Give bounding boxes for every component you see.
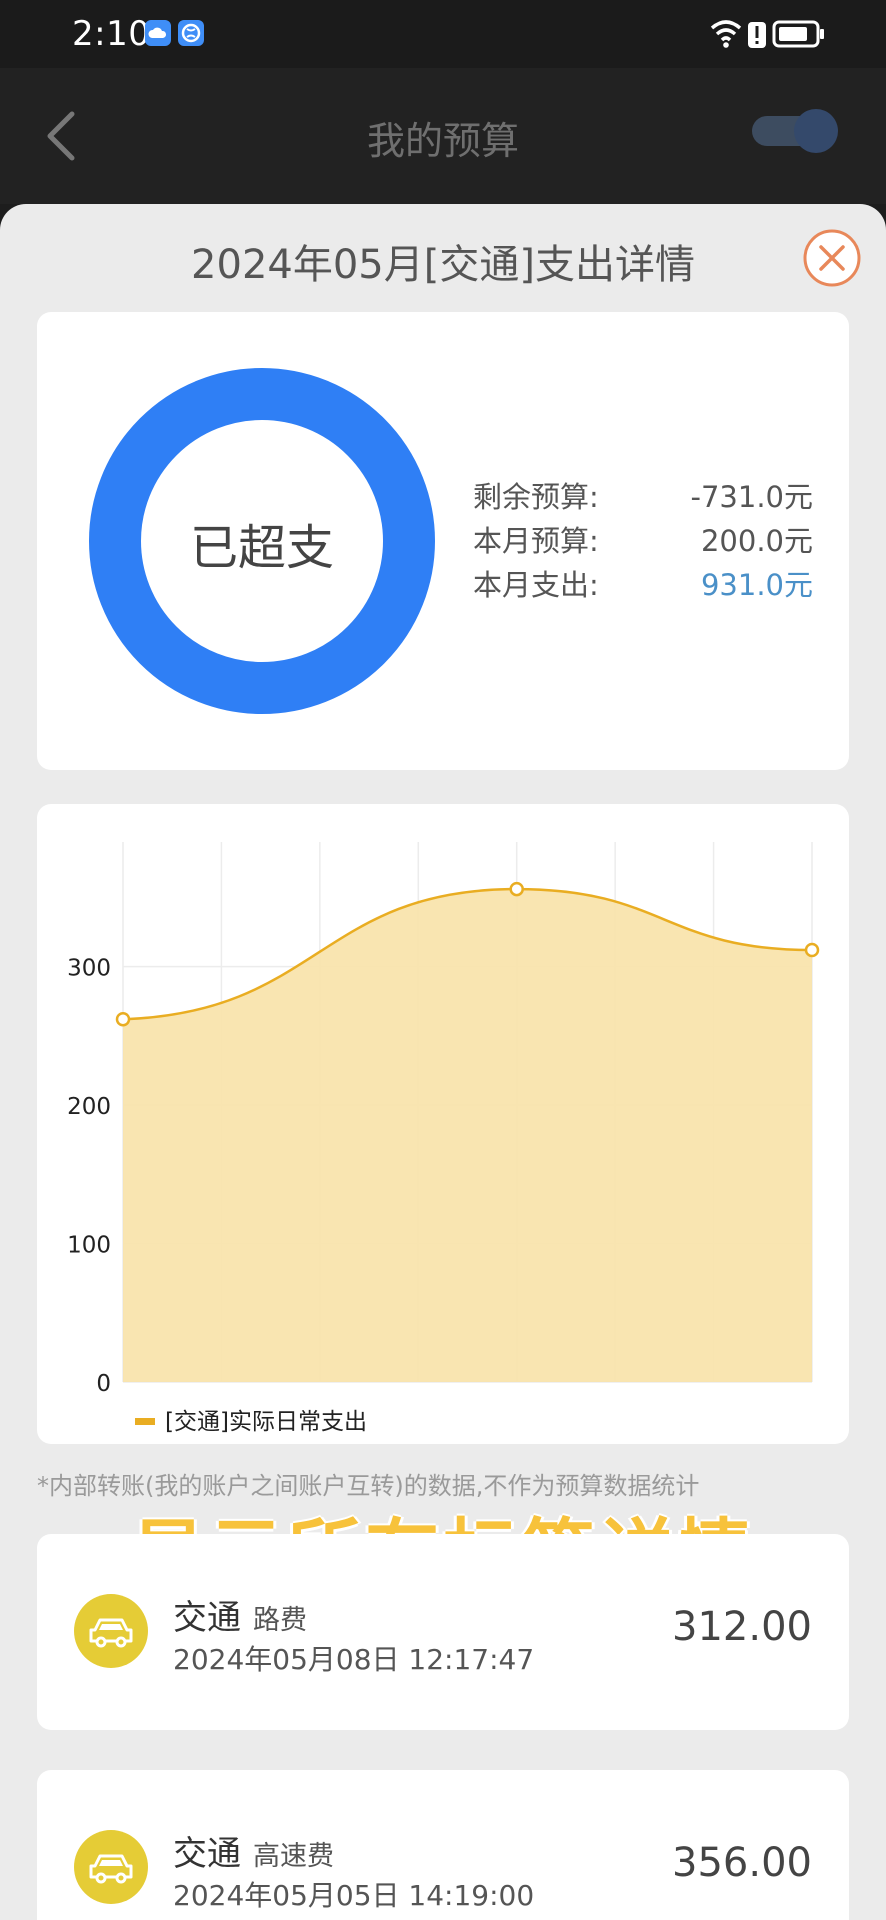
wifi-icon	[710, 20, 742, 48]
item-date: 2024年05月08日 12:17:47	[173, 1643, 535, 1676]
spend-area-chart: 0 100 200 300 [交通]实际日常支出	[67, 842, 820, 1435]
y-tick-label: 100	[67, 1233, 111, 1259]
budget-summary-card: 已超支 剩余预算: -731.0元 本月预算: 200.0元 本月支出: 931…	[37, 312, 849, 770]
list-item[interactable]: 交通 路费 2024年05月08日 12:17:47 312.00	[37, 1534, 849, 1730]
y-tick-label: 0	[96, 1371, 111, 1397]
sheet-title: 2024年05月[交通]支出详情	[191, 242, 695, 288]
list-item[interactable]: 交通 高速费 2024年05月05日 14:19:00 356.00	[37, 1770, 849, 1920]
series-area	[123, 889, 812, 1382]
row-label: 本月预算:	[473, 524, 599, 558]
monthly-budget-row: 本月预算: 200.0元	[473, 518, 813, 562]
cloud-app-icon	[145, 20, 171, 46]
car-icon	[74, 1830, 148, 1904]
row-label: 剩余预算:	[473, 480, 599, 514]
car-icon	[74, 1594, 148, 1668]
battery-icon	[772, 20, 824, 48]
expense-detail-sheet: 2024年05月[交通]支出详情 已超支 剩余预算: -731.0元 本月预算:…	[0, 204, 886, 1920]
y-tick-label: 200	[67, 1094, 111, 1120]
nav-bar: 我的预算	[0, 68, 886, 204]
alert-icon	[748, 22, 766, 48]
donut-label: 已超支	[189, 520, 334, 576]
summary-rows: 剩余预算: -731.0元 本月预算: 200.0元 本月支出: 931.0元	[473, 474, 813, 606]
data-point	[804, 942, 820, 958]
globe-app-icon	[178, 20, 204, 46]
item-amount: 312.00	[672, 1604, 812, 1650]
item-date: 2024年05月05日 14:19:00	[173, 1879, 535, 1912]
row-value: -731.0元	[690, 480, 814, 514]
data-point	[115, 1011, 131, 1027]
toggle-switch[interactable]	[750, 108, 842, 154]
monthly-spend-row: 本月支出: 931.0元	[473, 562, 813, 606]
item-subcategory: 路费	[253, 1605, 307, 1636]
item-category-name: 交通	[173, 1598, 241, 1638]
data-point	[509, 881, 524, 897]
row-label: 本月支出:	[473, 568, 599, 602]
status-bar: 2:10	[0, 0, 886, 68]
item-subcategory: 高速费	[253, 1841, 334, 1872]
status-icons	[710, 20, 824, 48]
row-value: 200.0元	[700, 524, 813, 558]
close-button[interactable]	[802, 228, 862, 288]
legend-swatch	[135, 1418, 155, 1425]
y-tick-label: 300	[67, 956, 111, 982]
item-amount: 356.00	[672, 1840, 812, 1886]
item-category: 交通 路费	[173, 1590, 307, 1639]
row-value: 931.0元	[700, 568, 813, 602]
remaining-budget-row: 剩余预算: -731.0元	[473, 474, 813, 518]
item-category-name: 交通	[173, 1834, 241, 1874]
spend-chart-card: 0 100 200 300 [交通]实际日常支出	[37, 804, 849, 1444]
legend-label: [交通]实际日常支出	[165, 1409, 367, 1435]
status-time: 2:10	[72, 14, 151, 54]
item-category: 交通 高速费	[173, 1826, 334, 1875]
